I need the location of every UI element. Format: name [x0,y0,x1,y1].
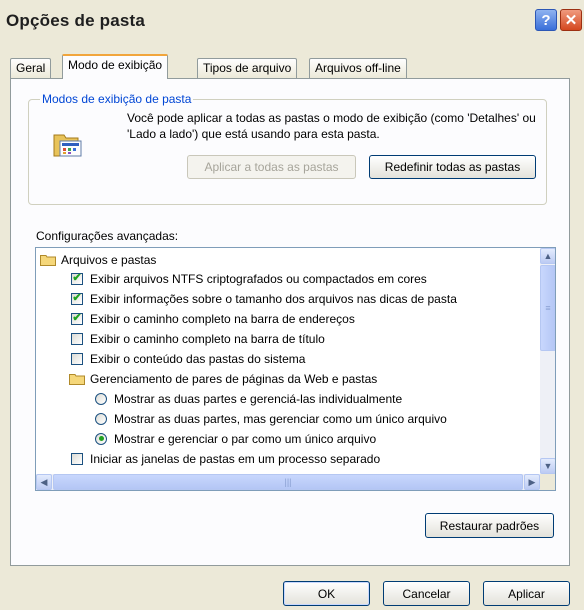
checkbox-checked[interactable]: ✔ [71,312,83,325]
setting-label: Exibir o conteúdo das pastas do sistema [90,351,306,366]
scroll-up-button[interactable]: ▲ [540,248,555,264]
tree-folder-files-folders: Arquivos e pastas [40,250,156,269]
advanced-settings-list[interactable]: Arquivos e pastas ✔ Exibir arquivos NTFS… [35,247,556,491]
checkbox-unchecked[interactable] [71,452,83,465]
checkbox-unchecked[interactable] [71,332,83,345]
setting-ntfs-colors[interactable]: ✔ Exibir arquivos NTFS criptografados ou… [71,269,427,288]
setting-separate-process[interactable]: Iniciar as janelas de pastas em um proce… [71,449,380,468]
tree-folder-web-pairs: Gerenciamento de pares de páginas da Web… [69,369,377,388]
setting-label: Exibir informações sobre o tamanho dos a… [90,291,457,306]
tab-tipos-de-arquivo[interactable]: Tipos de arquivo [197,58,298,78]
folder-view-icon [53,134,82,157]
tab-modo-de-exibicao[interactable]: Modo de exibição [62,54,169,79]
vertical-scrollbar[interactable]: ▲ ≡ ▼ [540,248,555,474]
setting-full-path-address[interactable]: ✔ Exibir o caminho completo na barra de … [71,309,355,328]
tab-geral[interactable]: Geral [10,58,52,78]
setting-label: Exibir o caminho completo na barra de en… [90,311,355,326]
horizontal-scroll-thumb[interactable]: ||| [53,474,523,490]
setting-full-path-title[interactable]: Exibir o caminho completo na barra de tí… [71,329,325,348]
title-bar: Opções de pasta ? ✕ [0,0,584,40]
ok-button[interactable]: OK [283,581,370,606]
setting-show-manage-single[interactable]: Mostrar e gerenciar o par como um único … [95,429,376,448]
tree-item-label: Arquivos e pastas [61,252,157,267]
scroll-thumb[interactable]: ≡ [540,265,555,351]
scroll-down-button[interactable]: ▼ [540,458,555,474]
close-button[interactable]: ✕ [560,9,582,31]
setting-system-folders[interactable]: Exibir o conteúdo das pastas do sistema [71,349,305,368]
setting-label: Exibir o caminho completo na barra de tí… [90,331,325,346]
horizontal-scrollbar[interactable]: ◀ ||| ▶ [36,474,540,490]
radio-unselected[interactable] [95,392,107,405]
restore-defaults-button[interactable]: Restaurar padrões [425,513,554,538]
folder-views-description: Você pode aplicar a todas as pastas o mo… [127,111,536,141]
setting-label: Mostrar as duas partes e gerenciá-las in… [114,391,403,406]
setting-label: Mostrar e gerenciar o par como um único … [114,431,377,446]
setting-size-tips[interactable]: ✔ Exibir informações sobre o tamanho dos… [71,289,457,308]
scroll-left-button[interactable]: ◀ [36,474,52,490]
setting-label: Exibir arquivos NTFS criptografados ou c… [90,271,427,286]
folder-views-legend: Modos de exibição de pasta [40,92,194,106]
reset-all-folders-button[interactable]: Redefinir todas as pastas [369,155,536,179]
checkbox-checked[interactable]: ✔ [71,272,83,285]
checkbox-checked[interactable]: ✔ [71,292,83,305]
radio-dot [98,436,104,441]
apply-button[interactable]: Aplicar [483,581,570,606]
cancel-button[interactable]: Cancelar [383,581,470,606]
tree-item-label: Gerenciamento de pares de páginas da Web… [90,371,378,386]
tab-arquivos-offline[interactable]: Arquivos off-line [309,58,407,78]
radio-selected[interactable] [95,432,107,445]
setting-label: Iniciar as janelas de pastas em um proce… [90,451,381,466]
setting-show-both-single[interactable]: Mostrar as duas partes, mas gerenciar co… [95,409,447,428]
radio-unselected[interactable] [95,412,107,425]
help-button[interactable]: ? [535,9,557,31]
setting-show-both-individually[interactable]: Mostrar as duas partes e gerenciá-las in… [95,389,402,408]
folder-icon [40,254,56,266]
scroll-corner [540,474,555,490]
advanced-settings-label: Configurações avançadas: [36,229,179,243]
checkbox-unchecked[interactable] [71,352,83,365]
scroll-right-button[interactable]: ▶ [524,474,540,490]
apply-to-all-folders-button[interactable]: Aplicar a todas as pastas [187,155,356,179]
setting-label: Mostrar as duas partes, mas gerenciar co… [114,411,447,426]
folder-icon [69,373,85,385]
window-title: Opções de pasta [6,11,146,30]
